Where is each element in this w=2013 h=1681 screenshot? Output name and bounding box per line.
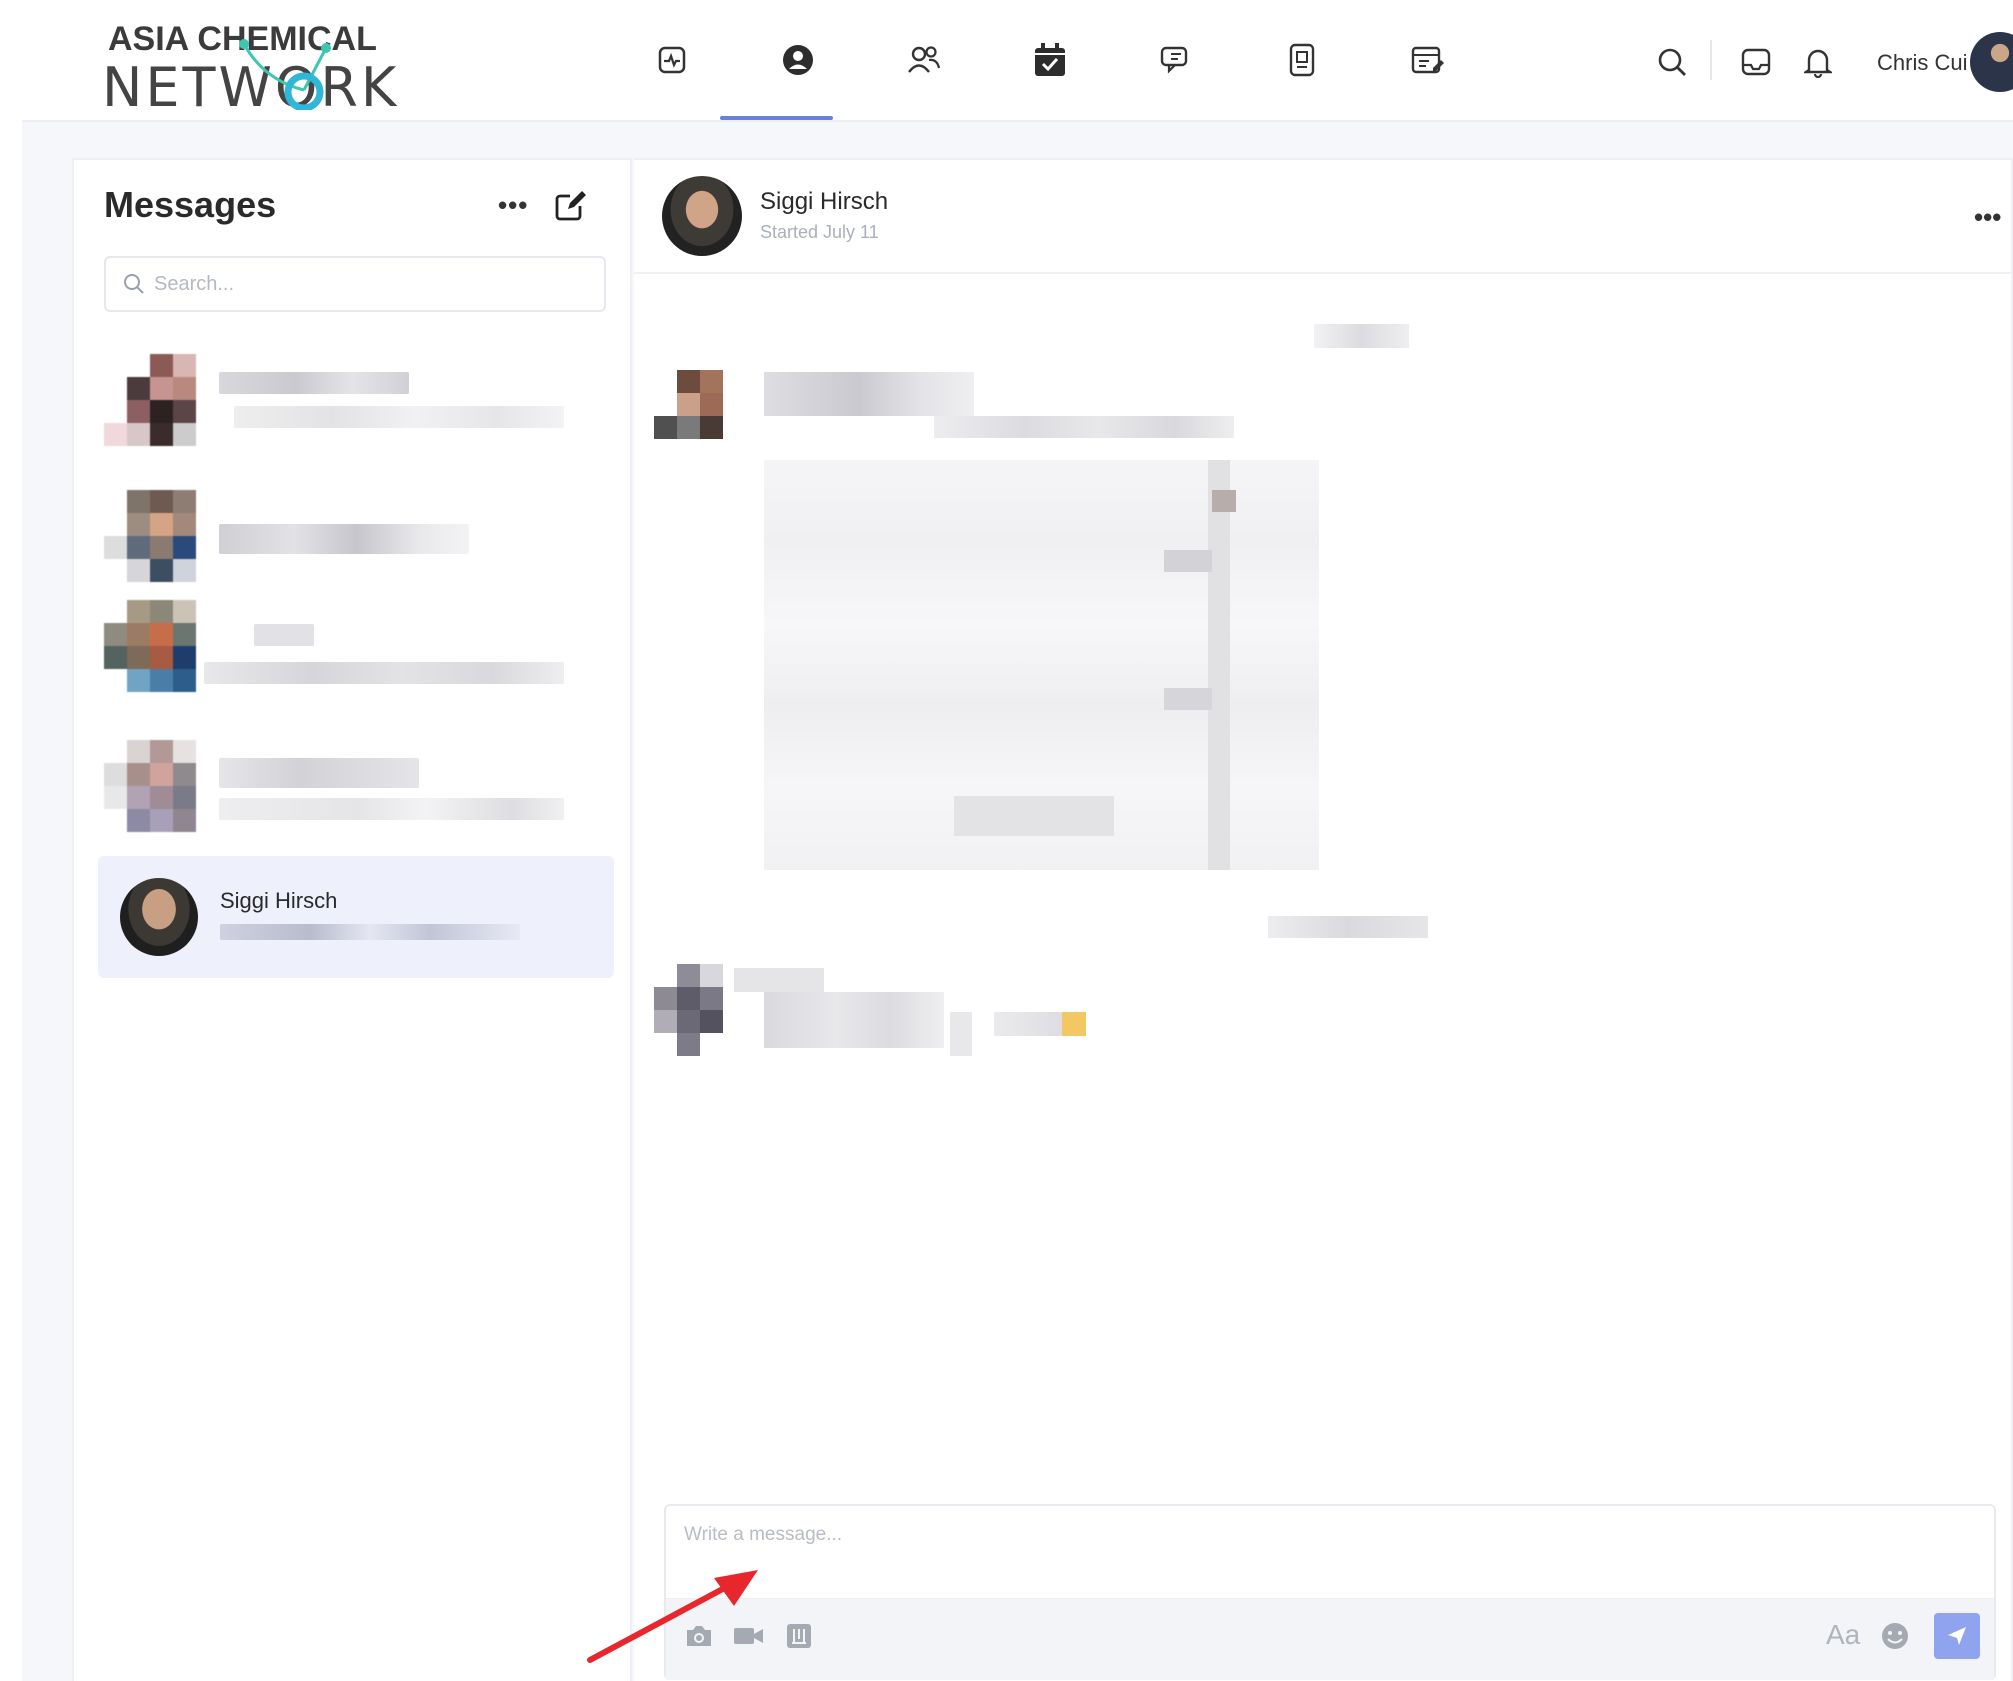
redacted-pixel (994, 1012, 1062, 1036)
chat-header: Siggi Hirsch Started July 11 ••• (634, 160, 2013, 274)
conversation-start-date: Started July 11 (760, 222, 879, 242)
search-icon (124, 274, 144, 294)
compose-icon[interactable] (554, 188, 590, 224)
bell-icon[interactable] (1800, 44, 1836, 80)
contact-name[interactable]: Siggi Hirsch (760, 188, 888, 216)
redacted-pixel (950, 1012, 972, 1056)
message-body-redacted (764, 992, 944, 1048)
messages-title: Messages (104, 184, 277, 225)
chat-more-button[interactable]: ••• (1974, 202, 2001, 233)
app-page: ASIA CHEMICAL NETWORK Chris Cui Messages… (0, 0, 2013, 1681)
conversation-preview-redacted (219, 798, 564, 820)
conversation-name-redacted (254, 624, 314, 646)
blurred-avatar (104, 600, 196, 692)
text-format-button[interactable]: Aa (1826, 1619, 1860, 1651)
conversation-item[interactable] (104, 482, 614, 592)
current-user-avatar[interactable] (1970, 32, 2013, 92)
redacted-pixel (1164, 550, 1212, 572)
message-input[interactable] (684, 1524, 1964, 1574)
conversation-name-redacted (219, 372, 409, 394)
people-icon[interactable] (904, 40, 944, 80)
chat-bubbles-icon[interactable] (1156, 40, 1196, 80)
composer-toolbar: Aa (666, 1598, 1994, 1680)
blurred-avatar (654, 964, 723, 1056)
current-user-name[interactable]: Chris Cui (1877, 50, 1967, 76)
header-divider (1710, 40, 1712, 80)
contact-avatar[interactable] (662, 176, 742, 256)
send-icon (1948, 1627, 1966, 1645)
brand-logo[interactable]: ASIA CHEMICAL NETWORK (84, 16, 396, 119)
date-separator-redacted (1268, 916, 1428, 938)
conversation-name: Siggi Hirsch (220, 888, 338, 913)
redacted-pixel (954, 796, 1114, 836)
emoji-icon[interactable] (1878, 1619, 1912, 1653)
redacted-pixel (1212, 490, 1236, 512)
inbox-icon[interactable] (1738, 44, 1774, 80)
redacted-pixel (1164, 688, 1212, 710)
blurred-avatar (654, 370, 723, 439)
conversation-name-redacted (219, 758, 419, 788)
document-icon[interactable] (1282, 40, 1322, 80)
send-button[interactable] (1934, 1613, 1980, 1659)
activity-icon[interactable] (652, 40, 692, 80)
conversation-preview-redacted (234, 406, 564, 428)
blurred-avatar (104, 740, 196, 832)
messages-search-box[interactable] (104, 256, 606, 312)
messages-sidebar: Messages ••• Search... Siggi Hirsch (72, 158, 632, 1681)
messages-search-input[interactable] (154, 268, 584, 300)
date-separator-redacted (1314, 324, 1409, 348)
conversation-item[interactable] (104, 592, 614, 702)
conversation-item[interactable] (104, 732, 614, 842)
calendar-check-icon[interactable] (1030, 40, 1070, 80)
top-navigation-bar: ASIA CHEMICAL NETWORK Chris Cui (22, 0, 2013, 122)
logo-molecule-graphic (239, 39, 331, 110)
blurred-avatar (104, 490, 196, 582)
avatar (120, 878, 198, 956)
message-sender-redacted (764, 372, 974, 416)
conversation-name-redacted (219, 524, 469, 554)
attachment-icon[interactable] (782, 1619, 816, 1653)
messages-more-button[interactable]: ••• (498, 190, 538, 220)
conversation-preview-redacted (204, 662, 564, 684)
conversation-preview-redacted (220, 924, 520, 940)
conversation-item[interactable] (104, 346, 614, 456)
annotation-arrow (587, 1570, 758, 1663)
notepad-icon[interactable] (1408, 40, 1448, 80)
blurred-avatar (104, 354, 196, 446)
profile-icon[interactable] (778, 40, 818, 80)
search-icon[interactable] (1654, 44, 1690, 80)
conversation-item-active[interactable]: Siggi Hirsch (98, 856, 614, 978)
emoji-redacted (1062, 1012, 1086, 1036)
active-nav-indicator (720, 116, 833, 120)
chat-panel: Siggi Hirsch Started July 11 ••• Write a… (634, 158, 2013, 1681)
message-composer: Aa (664, 1504, 1996, 1680)
message-sender-redacted (734, 968, 824, 992)
message-meta-redacted (934, 416, 1234, 438)
